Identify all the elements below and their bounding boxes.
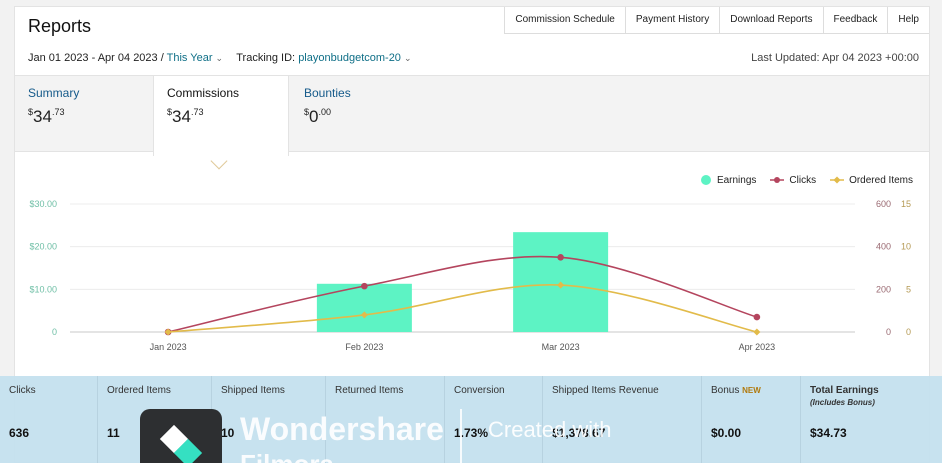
y-right-clicks-tick-label: 600 xyxy=(876,199,891,209)
ordered-items-point xyxy=(753,328,761,336)
stat-shipped-revenue: Shipped Items Revenue $1,378.67 xyxy=(543,376,702,463)
tab-label: Bounties xyxy=(304,86,351,100)
x-tick-label: Feb 2023 xyxy=(345,342,383,352)
summary-tabs: Summary $34.73 Commissions $34.73 Bounti… xyxy=(15,75,929,156)
top-nav: Commission Schedule Payment History Down… xyxy=(504,7,929,34)
stat-value: 636 xyxy=(9,426,30,440)
y-right-items-tick-label: 0 xyxy=(906,327,911,337)
stat-ordered-items: Ordered Items 11 xyxy=(98,376,212,463)
nav-payment-history[interactable]: Payment History xyxy=(624,7,720,34)
stat-label: Shipped Items Revenue xyxy=(552,385,659,396)
stat-label: Conversion xyxy=(454,385,505,396)
stat-label: Returned Items xyxy=(335,385,404,396)
stat-returned-items: Returned Items xyxy=(326,376,445,463)
y-left-tick-label: $30.00 xyxy=(29,199,57,209)
tab-bounties[interactable]: Bounties $0.00 xyxy=(291,76,431,153)
chart-legend: Earnings Clicks Ordered Items xyxy=(700,174,913,186)
legend-swatch-clicks xyxy=(770,177,785,183)
stat-bonus: Bonus NEW $0.00 xyxy=(702,376,801,463)
tab-label: Summary xyxy=(28,86,80,100)
y-left-tick-label: 0 xyxy=(52,327,57,337)
filter-row: Jan 01 2023 - Apr 04 2023 / This Year ⌄ T… xyxy=(28,52,415,64)
legend-swatch-earnings xyxy=(700,175,711,185)
stat-label: Ordered Items xyxy=(107,385,171,396)
last-updated: Last Updated: Apr 04 2023 +00:00 xyxy=(751,52,919,64)
y-right-items-tick-label: 5 xyxy=(906,284,911,294)
legend-label: Clicks xyxy=(789,174,817,186)
stat-sublabel: (Includes Bonus) xyxy=(810,398,875,407)
nav-feedback[interactable]: Feedback xyxy=(822,7,888,34)
stat-value: $0.00 xyxy=(711,426,742,440)
tab-amount: $34.73 xyxy=(28,107,65,126)
y-right-items-tick-label: 15 xyxy=(901,199,911,209)
stat-label: Shipped Items xyxy=(221,385,285,396)
stat-label: Bonus NEW xyxy=(711,385,761,396)
x-tick-label: Apr 2023 xyxy=(739,342,776,352)
clicks-point xyxy=(753,313,761,321)
legend-earnings[interactable]: Earnings xyxy=(700,174,756,186)
earnings-bar xyxy=(316,283,412,332)
tab-amount: $34.73 xyxy=(167,107,204,126)
y-left-tick-label: $10.00 xyxy=(29,284,57,294)
clicks-point xyxy=(361,282,368,290)
nav-download-reports[interactable]: Download Reports xyxy=(719,7,823,34)
y-left-tick-label: $20.00 xyxy=(29,242,57,252)
date-range: Jan 01 2023 - Apr 04 2023 / xyxy=(28,52,164,64)
stat-conversion: Conversion 1.73% xyxy=(445,376,543,463)
ordered-items-line xyxy=(168,284,758,333)
legend-label: Ordered Items xyxy=(849,174,913,186)
stat-value: 1.73% xyxy=(454,426,489,440)
legend-ordered-items[interactable]: Ordered Items xyxy=(830,174,913,186)
stat-total-earnings: Total Earnings (Includes Bonus) $34.73 xyxy=(801,376,942,463)
tab-summary[interactable]: Summary $34.73 xyxy=(15,76,153,153)
legend-clicks[interactable]: Clicks xyxy=(770,174,816,186)
stat-value: 10 xyxy=(221,426,235,440)
new-badge: NEW xyxy=(742,386,761,395)
clicks-line xyxy=(167,255,758,333)
page-title: Reports xyxy=(28,16,92,36)
stat-value: $34.73 xyxy=(810,426,847,440)
y-right-items-tick-label: 10 xyxy=(901,242,911,252)
legend-swatch-ordered-items xyxy=(830,176,845,184)
chevron-down-icon[interactable]: ⌄ xyxy=(404,53,412,63)
stats-bar: Clicks 636 Ordered Items 11 Shipped Item… xyxy=(0,376,942,463)
earnings-chart: 0 0 0 $10.00 200 5 $20.00 400 10 $30.00 600 15 Jan 2… xyxy=(29,199,911,352)
chevron-down-icon[interactable]: ⌄ xyxy=(216,53,224,63)
period-dropdown[interactable]: This Year xyxy=(167,52,213,64)
tracking-id-dropdown[interactable]: playonbudgetcom-20 xyxy=(298,52,401,64)
tracking-label: Tracking ID: xyxy=(236,52,296,64)
stat-clicks: Clicks 636 xyxy=(0,376,98,463)
nav-help[interactable]: Help xyxy=(887,7,929,34)
y-right-clicks-tick-label: 400 xyxy=(876,242,891,252)
ordered-items-point xyxy=(164,328,172,336)
tab-commissions[interactable]: Commissions $34.73 xyxy=(153,76,289,156)
x-tick-label: Jan 2023 xyxy=(150,342,187,352)
stat-value: $1,378.67 xyxy=(552,426,606,440)
nav-commission-schedule[interactable]: Commission Schedule xyxy=(504,7,625,34)
stat-shipped-items: Shipped Items 10 xyxy=(212,376,326,463)
y-right-clicks-tick-label: 200 xyxy=(876,284,891,294)
stat-value: 11 xyxy=(107,426,120,440)
x-tick-label: Mar 2023 xyxy=(542,342,580,352)
tab-label: Commissions xyxy=(167,86,240,100)
legend-label: Earnings xyxy=(716,174,757,186)
stat-label: Total Earnings xyxy=(810,385,879,396)
stat-label: Clicks xyxy=(9,385,36,396)
y-right-clicks-tick-label: 0 xyxy=(886,327,891,337)
clicks-point xyxy=(557,254,564,261)
tab-amount: $0.00 xyxy=(304,107,331,126)
